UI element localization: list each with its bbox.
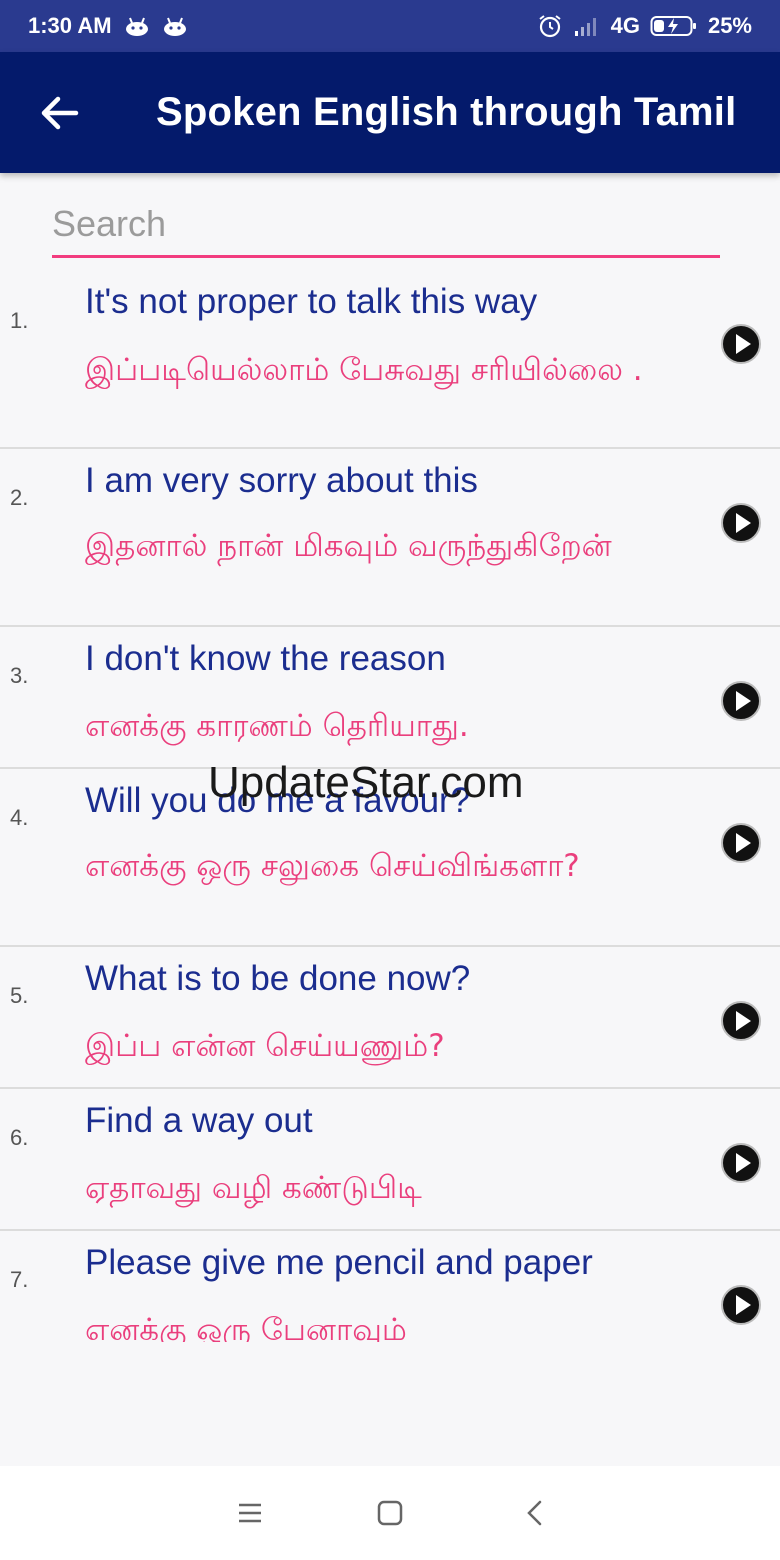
search-box bbox=[52, 196, 720, 258]
search-input[interactable] bbox=[52, 196, 720, 252]
tamil-phrase: எனக்கு ஒரு பேனாவும் bbox=[85, 1312, 407, 1342]
network-type: 4G bbox=[610, 13, 640, 38]
square-home-icon bbox=[377, 1500, 403, 1526]
tamil-phrase: இதனால் நான் மிகவும் வருந்துகிறேன் bbox=[85, 528, 612, 564]
item-number: 5. bbox=[10, 983, 29, 1008]
status-bar: 1:30 AM 4G 25% bbox=[0, 0, 780, 52]
tamil-phrase: இப்ப என்ன செய்யணும்? bbox=[85, 1028, 445, 1064]
english-phrase: It's not proper to talk this way bbox=[85, 282, 538, 321]
list-item[interactable]: 6. Find a way out ஏதாவது வழி கண்டுபிடி bbox=[0, 1089, 780, 1231]
item-number: 6. bbox=[10, 1125, 29, 1150]
android-notification-icon-2 bbox=[162, 16, 188, 36]
english-phrase: What is to be done now? bbox=[85, 959, 471, 998]
play-circle-icon[interactable] bbox=[720, 323, 762, 365]
watermark: UpdateStar.com bbox=[208, 758, 524, 807]
nav-menu-button[interactable] bbox=[230, 1493, 270, 1533]
menu-icon bbox=[239, 1503, 261, 1523]
play-circle-icon[interactable] bbox=[720, 1142, 762, 1184]
list-item[interactable]: 2. I am very sorry about this இதனால் நான… bbox=[0, 449, 780, 627]
system-nav-bar bbox=[0, 1466, 780, 1560]
chevron-left-icon bbox=[527, 1500, 542, 1526]
list-item[interactable]: 1. It's not proper to talk this way இப்ப… bbox=[0, 268, 780, 449]
status-time: 1:30 AM bbox=[28, 13, 112, 38]
play-circle-icon[interactable] bbox=[720, 1000, 762, 1042]
arrow-left-icon bbox=[41, 96, 79, 129]
alarm-icon bbox=[537, 13, 563, 39]
nav-back-button[interactable] bbox=[515, 1493, 555, 1533]
english-phrase: Find a way out bbox=[85, 1101, 313, 1140]
list-item[interactable]: 5. What is to be done now? இப்ப என்ன செய… bbox=[0, 947, 780, 1089]
item-number: 4. bbox=[10, 805, 29, 830]
item-number: 2. bbox=[10, 485, 29, 510]
list-item[interactable]: 7. Please give me pencil and paper எனக்க… bbox=[0, 1231, 780, 1342]
play-circle-icon[interactable] bbox=[720, 502, 762, 544]
tamil-phrase: எனக்கு ஒரு சலுகை செய்விங்களா? bbox=[85, 848, 580, 884]
page-title: Spoken English through Tamil bbox=[156, 90, 737, 134]
tamil-phrase: எனக்கு காரணம் தெரியாது. bbox=[85, 708, 469, 744]
play-circle-icon[interactable] bbox=[720, 680, 762, 722]
signal-icon bbox=[573, 15, 601, 37]
english-phrase: Please give me pencil and paper bbox=[85, 1243, 593, 1282]
play-circle-icon[interactable] bbox=[720, 822, 762, 864]
battery-percent: 25% bbox=[707, 13, 752, 38]
tamil-phrase: இப்படியெல்லாம் பேசுவது சரியில்லை . bbox=[85, 352, 643, 388]
back-button[interactable] bbox=[30, 83, 90, 143]
item-number: 3. bbox=[10, 663, 29, 688]
app-bar: Spoken English through Tamil bbox=[0, 52, 780, 173]
tamil-phrase: ஏதாவது வழி கண்டுபிடி bbox=[85, 1170, 422, 1206]
english-phrase: I am very sorry about this bbox=[85, 461, 478, 500]
list-item[interactable]: 3. I don't know the reason எனக்கு காரணம்… bbox=[0, 627, 780, 769]
item-number: 1. bbox=[10, 308, 29, 333]
play-circle-icon[interactable] bbox=[720, 1284, 762, 1326]
english-phrase: I don't know the reason bbox=[85, 639, 446, 678]
nav-home-button[interactable] bbox=[370, 1493, 410, 1533]
battery-charging-icon bbox=[650, 14, 698, 38]
android-notification-icon bbox=[124, 16, 150, 36]
item-number: 7. bbox=[10, 1267, 29, 1292]
